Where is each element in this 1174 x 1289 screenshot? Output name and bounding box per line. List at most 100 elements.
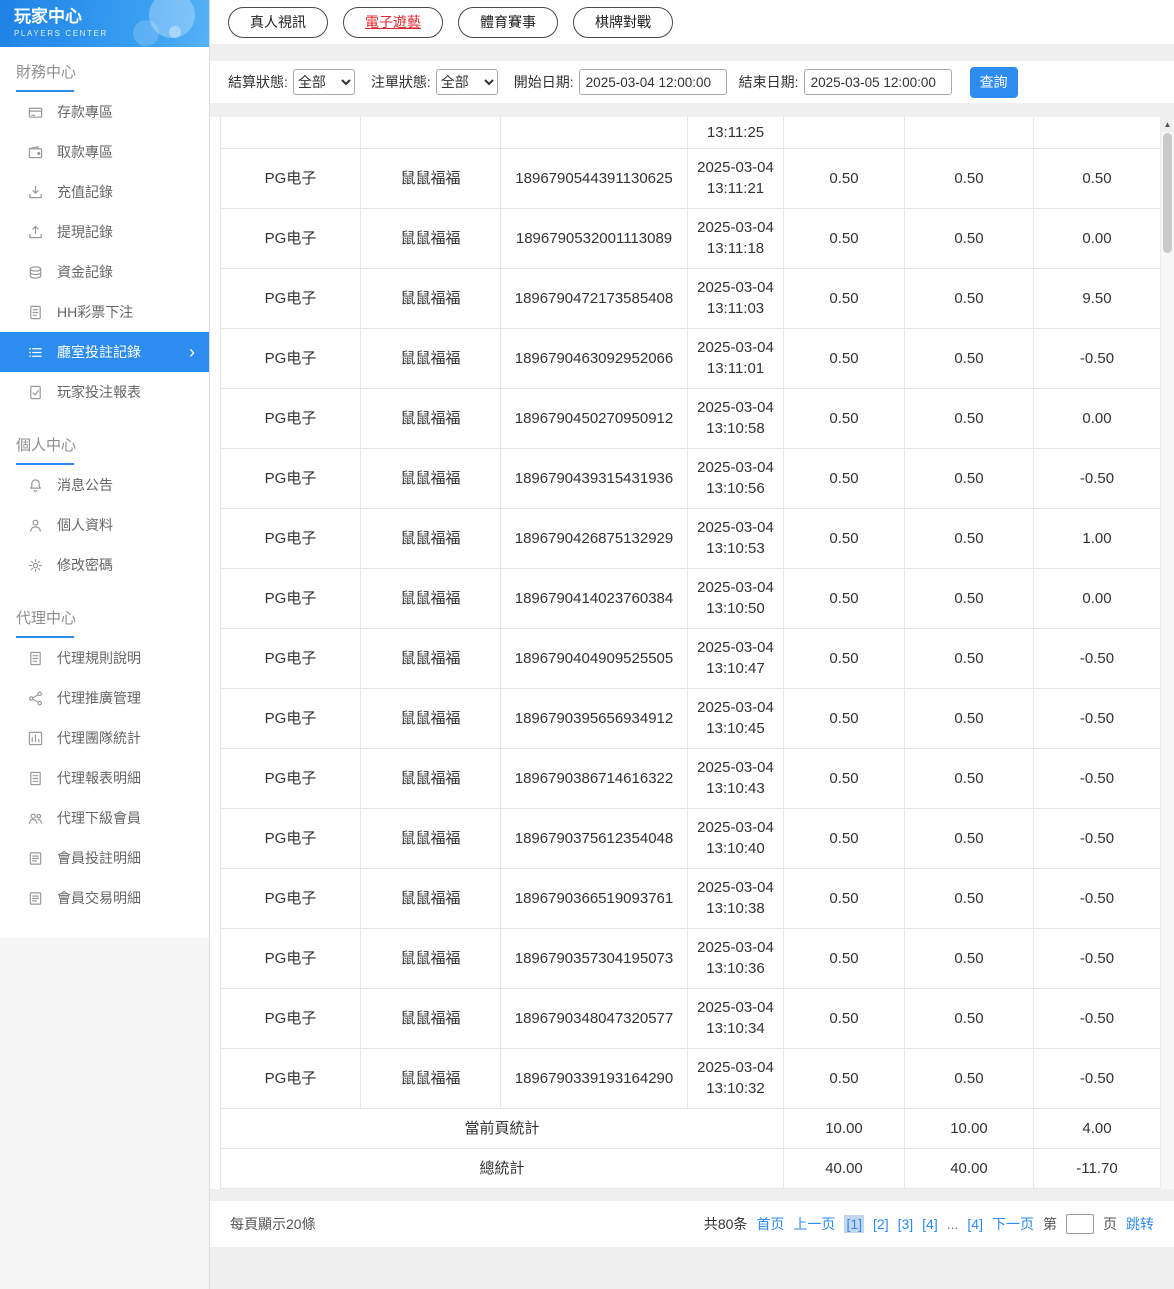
table-row[interactable]: PG电子 鼠鼠福福 1896790348047320577 2025-03-04… bbox=[220, 987, 1161, 1049]
page-number-link[interactable]: [4] bbox=[967, 1216, 983, 1232]
time-cell: 13:11:25 bbox=[687, 117, 784, 149]
pagination-controls: 共80条 首页 上一页 [1] [2] [3] [4]... [4] 下一页 第 页 跳转 bbox=[704, 1213, 1154, 1234]
order-id-cell: 1896790426875132929 bbox=[500, 507, 688, 569]
bet-amount-cell: 0.50 bbox=[783, 807, 905, 869]
page-nav-link[interactable]: 首页 bbox=[756, 1214, 784, 1234]
page-number-link[interactable]: [4] bbox=[922, 1216, 938, 1232]
sidebar-item[interactable]: 廳室投註記錄 › bbox=[0, 332, 209, 372]
page-nav-link[interactable]: 上一页 bbox=[793, 1214, 835, 1234]
sidebar-item-label: 玩家投注報表 bbox=[57, 384, 141, 400]
game-tab[interactable]: 棋牌對戰 bbox=[573, 6, 673, 38]
order-id-cell: 1896790439315431936 bbox=[500, 447, 688, 509]
sidebar-item[interactable]: 提現記錄 bbox=[0, 212, 209, 252]
game-cell: 鼠鼠福福 bbox=[360, 387, 501, 449]
sidebar-item-label: 提現記錄 bbox=[57, 224, 113, 240]
sidebar-item[interactable]: 玩家投注報表 bbox=[0, 372, 209, 412]
jump-button[interactable]: 跳转 bbox=[1126, 1214, 1154, 1234]
platform-cell: PG电子 bbox=[220, 927, 361, 989]
search-button[interactable]: 查詢 bbox=[969, 66, 1018, 98]
valid-bet-cell: 0.50 bbox=[904, 687, 1034, 749]
table-row[interactable]: PG电子 鼠鼠福福 1896790386714616322 2025-03-04… bbox=[220, 747, 1161, 809]
recharge-record-icon bbox=[28, 184, 44, 200]
table-scrollbar[interactable]: ▲ bbox=[1160, 117, 1174, 1189]
page-nav-link[interactable]: 下一页 bbox=[992, 1214, 1034, 1234]
sidebar-item[interactable]: HH彩票下注 bbox=[0, 292, 209, 332]
bet-records-panel: 13:11:25 PG电子 鼠鼠福福 1896790544391130625 2… bbox=[210, 117, 1174, 1189]
sidebar-item[interactable]: 代理下級會員 bbox=[0, 798, 209, 838]
sidebar-item[interactable]: 代理推廣管理 bbox=[0, 678, 209, 718]
order-id-cell bbox=[500, 117, 688, 149]
page-number-link[interactable]: [2] bbox=[873, 1216, 889, 1232]
sidebar-item[interactable]: 取款專區 bbox=[0, 132, 209, 172]
sidebar-item[interactable]: 存款專區 bbox=[0, 92, 209, 132]
time-cell: 2025-03-04 13:11:18 bbox=[687, 207, 784, 269]
sidebar-item[interactable]: 充值記錄 bbox=[0, 172, 209, 212]
sidebar-item[interactable]: 修改密碼 bbox=[0, 545, 209, 585]
valid-bet-cell: 0.50 bbox=[904, 927, 1034, 989]
platform-cell bbox=[220, 117, 361, 149]
end-date-input[interactable] bbox=[803, 69, 952, 95]
sidebar-item[interactable]: 代理報表明細 bbox=[0, 758, 209, 798]
jump-label-suffix: 页 bbox=[1103, 1215, 1117, 1232]
scrollbar-thumb[interactable] bbox=[1163, 133, 1172, 253]
order-id-cell: 1896790404909525505 bbox=[500, 627, 688, 689]
deposit-card-icon bbox=[28, 104, 44, 120]
profit-cell: 1.00 bbox=[1033, 507, 1161, 569]
room-bet-record-icon bbox=[28, 344, 44, 360]
game-cell: 鼠鼠福福 bbox=[360, 627, 501, 689]
gear-icon bbox=[28, 557, 44, 573]
table-row[interactable]: PG电子 鼠鼠福福 1896790532001113089 2025-03-04… bbox=[220, 207, 1161, 269]
page-jump-input[interactable] bbox=[1066, 1213, 1094, 1234]
sidebar-item[interactable]: 會員交易明細 bbox=[0, 878, 209, 918]
list-icon bbox=[28, 890, 44, 906]
valid-bet-cell: 0.50 bbox=[904, 987, 1034, 1049]
platform-cell: PG电子 bbox=[220, 747, 361, 809]
table-row[interactable]: PG电子 鼠鼠福福 1896790472173585408 2025-03-04… bbox=[220, 267, 1161, 329]
sidebar-item[interactable]: 個人資料 bbox=[0, 505, 209, 545]
bet-amount-cell: 0.50 bbox=[783, 867, 905, 929]
table-row[interactable]: PG电子 鼠鼠福福 1896790439315431936 2025-03-04… bbox=[220, 447, 1161, 509]
sidebar-item-label: 代理推廣管理 bbox=[57, 690, 141, 706]
bet-amount-cell: 0.50 bbox=[783, 1047, 905, 1109]
profit-cell: -0.50 bbox=[1033, 807, 1161, 869]
game-tab[interactable]: 體育賽事 bbox=[458, 6, 558, 38]
game-cell: 鼠鼠福福 bbox=[360, 687, 501, 749]
table-row[interactable]: PG电子 鼠鼠福福 1896790339193164290 2025-03-04… bbox=[220, 1047, 1161, 1109]
game-tab[interactable]: 電子遊藝 bbox=[343, 6, 443, 38]
sidebar-item[interactable]: 會員投註明細 bbox=[0, 838, 209, 878]
scroll-up-arrow-icon[interactable]: ▲ bbox=[1161, 117, 1174, 132]
table-row[interactable]: PG电子 鼠鼠福福 1896790395656934912 2025-03-04… bbox=[220, 687, 1161, 749]
valid-bet-cell: 0.50 bbox=[904, 147, 1034, 209]
table-row[interactable]: PG电子 鼠鼠福福 1896790450270950912 2025-03-04… bbox=[220, 387, 1161, 449]
start-date-input[interactable] bbox=[578, 69, 727, 95]
bet-status-select[interactable]: 全部 bbox=[435, 69, 498, 95]
sidebar-section: 財務中心 存款專區 取款專區 充值記錄 提現記錄 資金記錄 HH彩票下注 廳室投註記錄 › 玩家投… bbox=[0, 47, 209, 412]
table-row[interactable]: PG电子 鼠鼠福福 1896790463092952066 2025-03-04… bbox=[220, 327, 1161, 389]
table-row[interactable]: PG电子 鼠鼠福福 1896790357304195073 2025-03-04… bbox=[220, 927, 1161, 989]
sidebar-item[interactable]: 代理規則說明 bbox=[0, 638, 209, 678]
platform-cell: PG电子 bbox=[220, 207, 361, 269]
page-number-link[interactable]: [1] bbox=[844, 1214, 865, 1233]
end-date-label: 結束日期: bbox=[738, 74, 799, 90]
table-row[interactable]: PG电子 鼠鼠福福 1896790414023760384 2025-03-04… bbox=[220, 567, 1161, 629]
table-row[interactable]: PG电子 鼠鼠福福 1896790366519093761 2025-03-04… bbox=[220, 867, 1161, 929]
sidebar-item[interactable]: 消息公告 bbox=[0, 465, 209, 505]
settle-status-select[interactable]: 全部 bbox=[292, 69, 355, 95]
order-id-cell: 1896790532001113089 bbox=[500, 207, 688, 269]
platform-cell: PG电子 bbox=[220, 327, 361, 389]
table-row[interactable]: PG电子 鼠鼠福福 1896790375612354048 2025-03-04… bbox=[220, 807, 1161, 869]
table-row[interactable]: PG电子 鼠鼠福福 1896790544391130625 2025-03-04… bbox=[220, 147, 1161, 209]
list-icon bbox=[28, 850, 44, 866]
time-cell: 2025-03-04 13:10:56 bbox=[687, 447, 784, 509]
page-ellipsis: ... bbox=[946, 1215, 959, 1232]
game-tab[interactable]: 真人視訊 bbox=[228, 6, 328, 38]
page-number-link[interactable]: [3] bbox=[898, 1216, 914, 1232]
table-row[interactable]: PG电子 鼠鼠福福 1896790404909525505 2025-03-04… bbox=[220, 627, 1161, 689]
time-cell: 2025-03-04 13:10:32 bbox=[687, 1047, 784, 1109]
time-cell: 2025-03-04 13:10:47 bbox=[687, 627, 784, 689]
sidebar-item-label: 會員交易明細 bbox=[57, 890, 141, 906]
order-id-cell: 1896790386714616322 bbox=[500, 747, 688, 809]
table-row[interactable]: PG电子 鼠鼠福福 1896790426875132929 2025-03-04… bbox=[220, 507, 1161, 569]
sidebar-item[interactable]: 資金記錄 bbox=[0, 252, 209, 292]
sidebar-item[interactable]: 代理團隊統計 bbox=[0, 718, 209, 758]
